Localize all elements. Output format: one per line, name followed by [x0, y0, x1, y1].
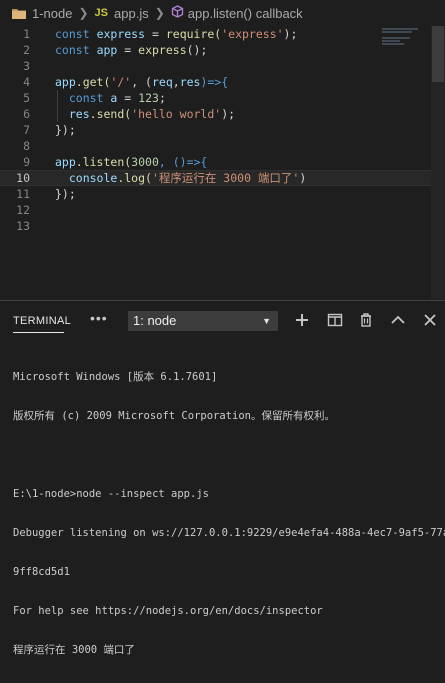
code-line[interactable]: 9 app.listen(3000, ()=>{ — [0, 154, 445, 170]
code-line[interactable]: 4 app.get('/', (req,res)=>{ — [0, 74, 445, 90]
active-tab-indicator — [13, 332, 64, 333]
chevron-right-icon: ❯ — [78, 6, 89, 20]
line-number: 9 — [23, 155, 30, 169]
code-line[interactable]: 1 const express = require('express'); — [0, 26, 445, 42]
terminal-output[interactable]: Microsoft Windows [版本 6.1.7601] 版权所有 (c)… — [13, 345, 445, 683]
plus-icon[interactable] — [293, 311, 311, 329]
minimap[interactable] — [382, 28, 430, 48]
terminal-line: E:\1-node>node --inspect app.js — [13, 488, 209, 500]
chevron-up-icon[interactable] — [389, 311, 407, 329]
line-number: 5 — [23, 91, 30, 105]
line-number: 13 — [16, 219, 30, 233]
terminal-select[interactable]: 1: node ▼ — [128, 311, 278, 331]
terminal-select-value: 1: node — [133, 313, 177, 328]
code-line[interactable]: 5 const a = 123; — [0, 90, 445, 106]
code-line[interactable]: 13 — [0, 218, 445, 234]
terminal-line: For help see https://nodejs.org/en/docs/… — [13, 605, 323, 617]
line-number: 2 — [23, 43, 30, 57]
editor-scrollbar-thumb[interactable] — [432, 26, 444, 82]
code-line[interactable]: 8 — [0, 138, 445, 154]
code-line[interactable]: 2 const app = express(); — [0, 42, 445, 58]
line-number: 1 — [23, 27, 30, 41]
breadcrumb-symbol[interactable]: app.listen() callback — [188, 6, 303, 21]
tab-terminal[interactable]: TERMINAL — [13, 315, 71, 327]
line-number: 10 — [16, 171, 30, 185]
code-line[interactable]: 7 }); — [0, 122, 445, 138]
breadcrumb-file[interactable]: app.js — [114, 6, 149, 21]
terminal-line: 版权所有 (c) 2009 Microsoft Corporation。保留所有… — [13, 410, 335, 422]
breadcrumb: 1-node ❯ JS app.js ❯ app.listen() callba… — [0, 0, 445, 26]
line-number: 6 — [23, 107, 30, 121]
line-number: 3 — [23, 59, 30, 73]
code-line-current[interactable]: 10 console.log('程序运行在 3000 端口了') — [0, 170, 445, 186]
breadcrumb-folder[interactable]: 1-node — [32, 6, 72, 21]
line-number: 7 — [23, 123, 30, 137]
terminal-line: 9ff8cd5d1 — [13, 566, 70, 578]
symbol-method-icon — [171, 5, 184, 21]
line-number: 8 — [23, 139, 30, 153]
js-file-icon: JS — [94, 7, 109, 19]
panel-header: TERMINAL ••• 1: node ▼ — [0, 301, 445, 337]
code-line[interactable]: 3 — [0, 58, 445, 74]
chevron-right-icon: ❯ — [154, 6, 165, 20]
trash-icon[interactable] — [357, 311, 375, 329]
terminal-panel: TERMINAL ••• 1: node ▼ Microsoft Windows… — [0, 300, 445, 656]
folder-icon — [12, 8, 26, 19]
code-line[interactable]: 11 }); — [0, 186, 445, 202]
line-number: 11 — [16, 187, 30, 201]
code-line[interactable]: 12 — [0, 202, 445, 218]
terminal-line: 程序运行在 3000 端口了 — [13, 644, 135, 656]
more-icon[interactable]: ••• — [90, 310, 108, 326]
split-icon[interactable] — [326, 311, 344, 329]
line-number: 4 — [23, 75, 30, 89]
terminal-line: Debugger listening on ws://127.0.0.1:922… — [13, 527, 445, 539]
code-editor[interactable]: 1 const express = require('express'); 2 … — [0, 26, 445, 299]
code-line[interactable]: 6 res.send('hello world'); — [0, 106, 445, 122]
line-number: 12 — [16, 203, 30, 217]
terminal-line: Microsoft Windows [版本 6.1.7601] — [13, 371, 218, 383]
chevron-down-icon: ▼ — [262, 316, 271, 326]
close-icon[interactable] — [421, 311, 439, 329]
